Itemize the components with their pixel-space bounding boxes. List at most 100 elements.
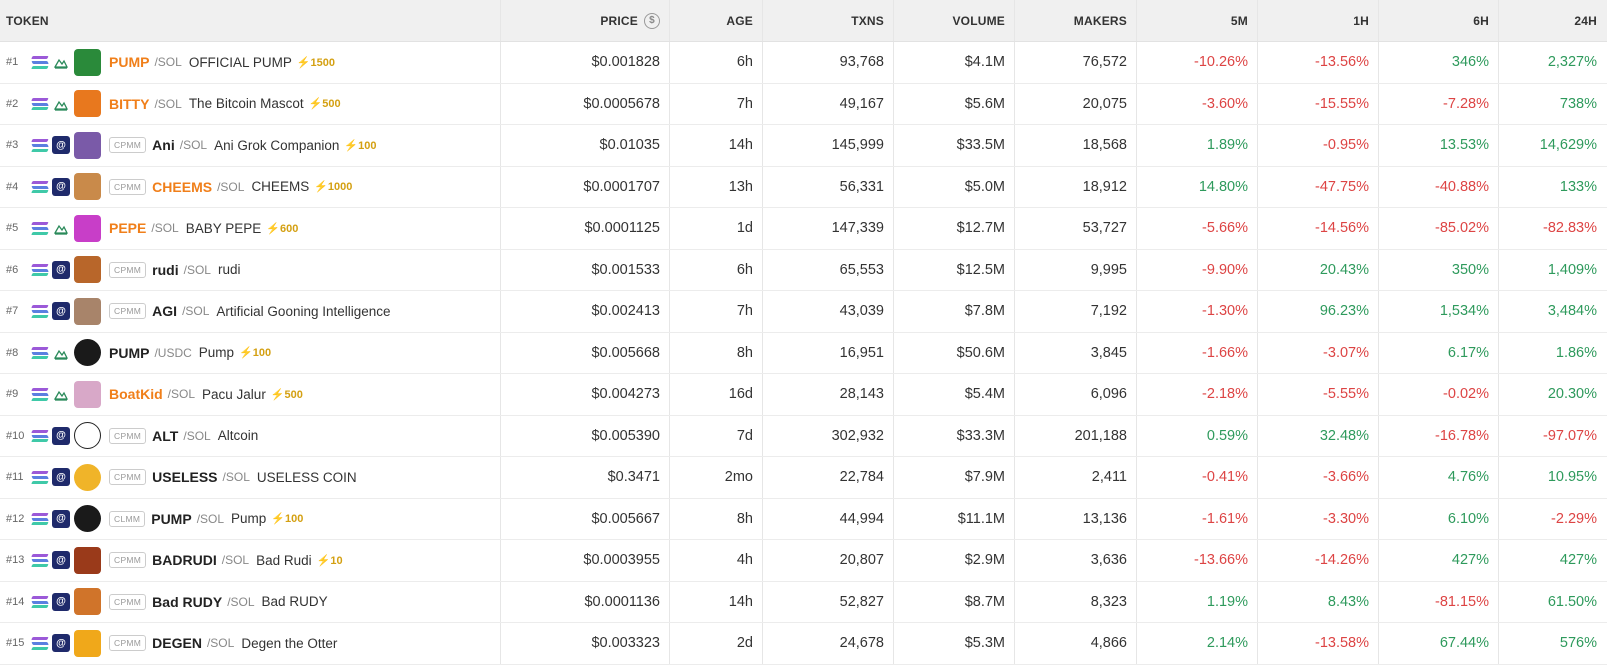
column-header-age[interactable]: AGE [670,0,763,41]
rank-label: #3 [6,139,19,152]
table-row[interactable]: #6 @ CPMM rudi /SOL rudi $0.001533 6h 65… [0,249,1607,291]
makers-cell: 4,866 [1015,623,1137,664]
table-row[interactable]: #7 @ CPMM AGI /SOL Artificial Gooning In… [0,291,1607,333]
column-header-txns[interactable]: TXNS [763,0,894,41]
quote-token: /SOL [182,304,210,319]
change-24h-cell: -97.07% [1542,427,1597,444]
makers-cell: 6,096 [1015,374,1137,415]
change-6h-cell: 427% [1379,540,1499,581]
age-cell: 6h [670,42,763,83]
token-name: Pump [198,345,235,361]
txns-cell: 145,999 [763,125,894,166]
change-5m-cell: -2.18% [1137,374,1258,415]
age-cell: 2mo [670,457,763,498]
token-cell[interactable]: #10 @ CPMM ALT /SOL Altcoin [0,415,501,456]
token-cell[interactable]: #3 @ CPMM Ani /SOL Ani Grok Companion ⚡1… [0,125,501,166]
token-avatar [74,131,101,159]
column-header-token[interactable]: TOKEN [0,0,501,41]
column-header-1h[interactable]: 1H [1258,0,1379,41]
age-cell: 2d [670,623,763,664]
table-row[interactable]: #13 @ CPMM BADRUDI /SOL Bad Rudi ⚡10 $0.… [0,540,1607,582]
price-cell: $0.0005678 [501,83,670,124]
column-header-6h[interactable]: 6H [1379,0,1499,41]
change-24h-cell: 133% [1559,178,1597,195]
token-cell[interactable]: #7 @ CPMM AGI /SOL Artificial Gooning In… [0,291,501,332]
boost-badge: ⚡100 [271,513,304,526]
change-1h-cell: -3.30% [1258,498,1379,539]
dollar-circle-icon[interactable]: $ [644,12,660,29]
column-header-label: TOKEN [6,13,49,28]
table-row[interactable]: #1 PUMP /SOL OFFICIAL PUMP ⚡1500 $0.0018… [0,42,1607,84]
table-row[interactable]: #12 @ CLMM PUMP /SOL Pump ⚡100 $0.005667… [0,498,1607,540]
table-row[interactable]: #10 @ CPMM ALT /SOL Altcoin $0.005390 7d… [0,415,1607,457]
token-cell[interactable]: #8 PUMP /USDC Pump ⚡100 [0,332,501,373]
raydium-icon: @ [52,509,70,528]
change-24h-cell: 427% [1559,552,1597,569]
token-symbol: BADRUDI [152,552,217,569]
raydium-icon: @ [52,468,70,487]
makers-cell: 18,568 [1015,125,1137,166]
table-row[interactable]: #15 @ CPMM DEGEN /SOL Degen the Otter $0… [0,623,1607,665]
table-row[interactable]: #5 PEPE /SOL BABY PEPE ⚡600 $0.0001125 1… [0,208,1607,250]
change-6h-cell: 6.10% [1379,498,1499,539]
token-symbol: PEPE [109,220,147,237]
volume-cell: $5.3M [894,623,1015,664]
column-header-5m[interactable]: 5M [1137,0,1258,41]
token-cell[interactable]: #6 @ CPMM rudi /SOL rudi [0,249,501,290]
column-header-label: 6H [1473,13,1489,28]
change-24h-cell: 576% [1559,635,1597,652]
age-cell: 13h [670,166,763,207]
token-cell[interactable]: #13 @ CPMM BADRUDI /SOL Bad Rudi ⚡10 [0,540,501,581]
makers-cell: 13,136 [1015,498,1137,539]
txns-cell: 302,932 [763,415,894,456]
token-cell[interactable]: #5 PEPE /SOL BABY PEPE ⚡600 [0,208,501,249]
change-5m-cell: 1.19% [1137,581,1258,622]
token-symbol: BoatKid [109,386,163,403]
column-header-volume[interactable]: VOLUME [894,0,1015,41]
token-cell[interactable]: #2 BITTY /SOL The Bitcoin Mascot ⚡500 [0,83,501,124]
pump-icon [52,95,70,113]
column-header-price[interactable]: PRICE $ [501,0,670,41]
raydium-icon: @ [52,260,70,279]
solana-icon [31,180,49,193]
token-cell[interactable]: #12 @ CLMM PUMP /SOL Pump ⚡100 [0,498,501,539]
price-cell: $0.005390 [501,415,670,456]
column-header-makers[interactable]: MAKERS [1015,0,1137,41]
change-5m-cell: -9.90% [1137,249,1258,290]
pool-type-badge: CPMM [109,427,147,444]
table-row[interactable]: #11 @ CPMM USELESS /SOL USELESS COIN $0.… [0,457,1607,499]
change-1h-cell: 96.23% [1258,291,1379,332]
table-row[interactable]: #4 @ CPMM CHEEMS /SOL CHEEMS ⚡1000 $0.00… [0,166,1607,208]
change-6h-cell: 1,534% [1379,291,1499,332]
price-cell: $0.001828 [501,42,670,83]
pool-type-badge: CPMM [109,303,147,320]
token-cell[interactable]: #9 BoatKid /SOL Pacu Jalur ⚡500 [0,374,501,415]
table-row[interactable]: #9 BoatKid /SOL Pacu Jalur ⚡500 $0.00427… [0,374,1607,416]
token-name: Bad RUDY [261,594,328,610]
solana-icon [31,139,49,152]
column-header-24h[interactable]: 24H [1499,0,1607,41]
change-5m-cell: -5.66% [1137,208,1258,249]
token-cell[interactable]: #14 @ CPMM Bad RUDY /SOL Bad RUDY [0,581,501,622]
column-header-label: 1H [1353,13,1369,28]
table-row[interactable]: #14 @ CPMM Bad RUDY /SOL Bad RUDY $0.000… [0,581,1607,623]
quote-token: /SOL [227,594,255,609]
token-cell[interactable]: #11 @ CPMM USELESS /SOL USELESS COIN [0,457,501,498]
table-row[interactable]: #2 BITTY /SOL The Bitcoin Mascot ⚡500 $0… [0,83,1607,125]
token-name: rudi [217,262,241,278]
token-cell[interactable]: #1 PUMP /SOL OFFICIAL PUMP ⚡1500 [0,42,501,83]
token-symbol: Bad RUDY [152,593,223,610]
age-cell: 4h [670,540,763,581]
price-cell: $0.005667 [501,498,670,539]
age-cell: 16d [670,374,763,415]
token-symbol: rudi [152,261,179,278]
table-row[interactable]: #8 PUMP /USDC Pump ⚡100 $0.005668 8h 16,… [0,332,1607,374]
token-symbol: PUMP [109,344,150,361]
change-1h-cell: -13.56% [1258,42,1379,83]
token-cell[interactable]: #4 @ CPMM CHEEMS /SOL CHEEMS ⚡1000 [0,166,501,207]
table-row[interactable]: #3 @ CPMM Ani /SOL Ani Grok Companion ⚡1… [0,125,1607,167]
token-name: CHEEMS [251,179,310,195]
token-cell[interactable]: #15 @ CPMM DEGEN /SOL Degen the Otter [0,623,501,664]
change-24h-cell: -2.29% [1551,510,1597,527]
change-24h-cell: 2,327% [1547,54,1597,71]
